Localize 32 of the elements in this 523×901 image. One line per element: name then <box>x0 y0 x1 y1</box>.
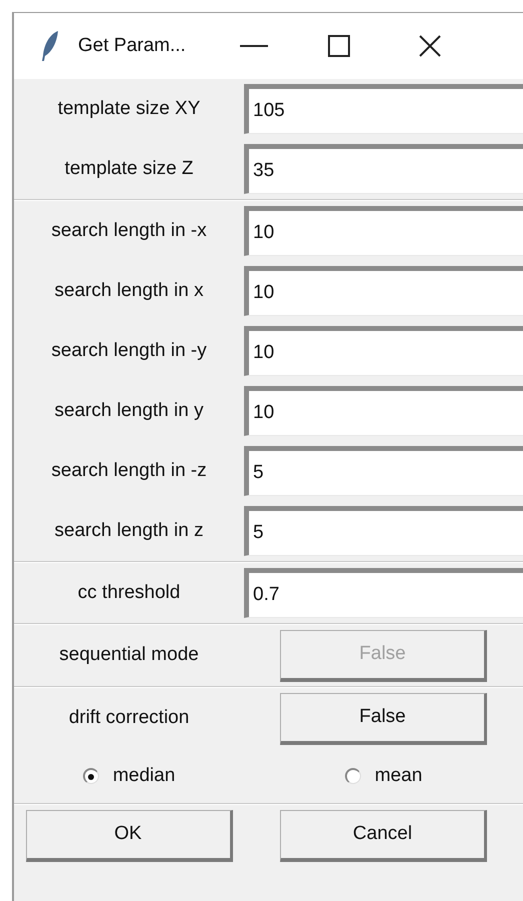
field-label: template size Z <box>64 156 194 181</box>
field-label: search length in x <box>54 278 204 303</box>
feather-icon <box>40 30 60 62</box>
field-label: search length in -x <box>50 218 208 243</box>
window-title: Get Param... <box>78 34 186 58</box>
maximize-icon[interactable] <box>328 35 350 57</box>
input-field[interactable]: 10 <box>244 266 523 316</box>
radio-label: mean <box>374 764 422 788</box>
field-label: template size XY <box>56 96 202 121</box>
input-field[interactable]: 35 <box>244 144 523 194</box>
input-field[interactable]: 5 <box>244 446 523 496</box>
radio-button[interactable] <box>344 768 361 784</box>
toggle-button[interactable]: False <box>280 692 487 744</box>
field-label: search length in y <box>54 398 204 423</box>
toggle-label: sequential mode <box>58 643 200 668</box>
input-field[interactable]: 105 <box>244 84 523 134</box>
field-label: search length in z <box>54 518 204 543</box>
close-icon[interactable] <box>418 34 442 58</box>
dialog-button[interactable]: Cancel <box>280 810 487 862</box>
field-label: search length in -z <box>50 458 208 483</box>
minimize-icon[interactable] <box>240 44 268 48</box>
input-field[interactable]: 10 <box>244 206 523 256</box>
radio-label: median <box>112 764 176 788</box>
radio-button[interactable] <box>82 768 99 784</box>
field-label: cc threshold <box>76 580 182 605</box>
input-field[interactable]: 5 <box>244 506 523 556</box>
input-field[interactable]: 0.7 <box>244 568 523 618</box>
dialog-button[interactable]: OK <box>26 810 232 862</box>
input-field[interactable]: 10 <box>244 326 523 376</box>
input-field[interactable]: 10 <box>244 386 523 436</box>
toggle-label: drift correction <box>68 706 190 730</box>
field-label: search length in -y <box>50 338 208 363</box>
